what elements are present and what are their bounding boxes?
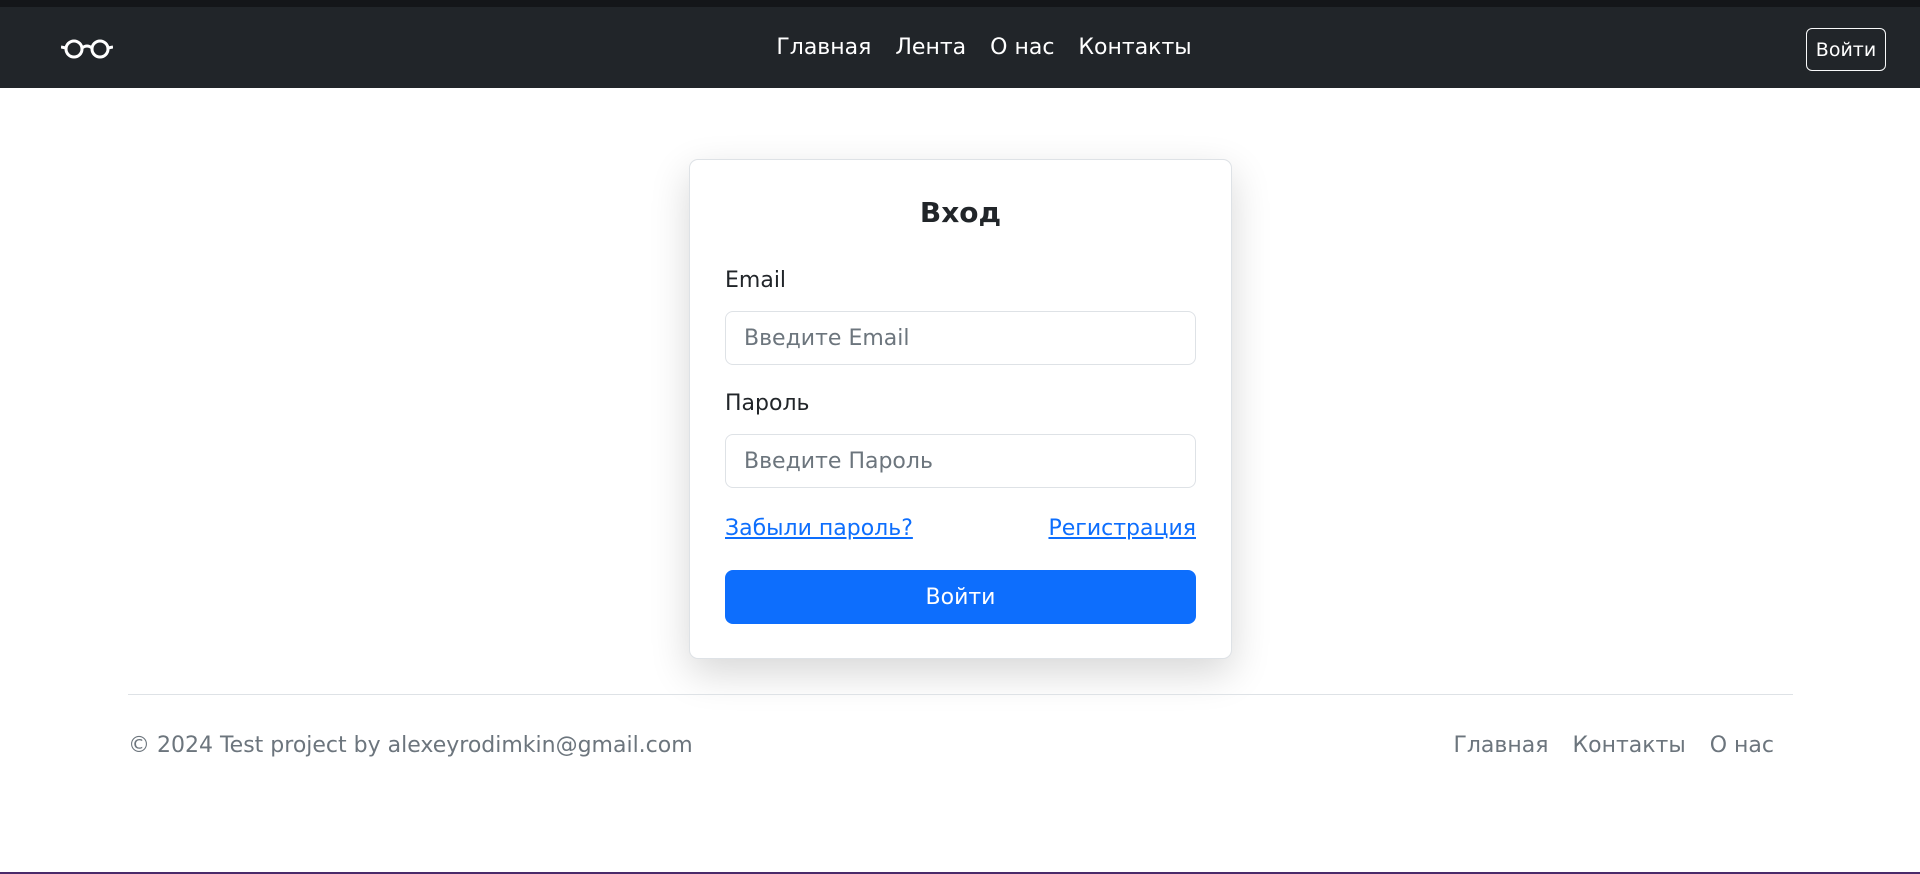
footer-link-contacts[interactable]: Контакты <box>1560 733 1697 758</box>
login-submit-button[interactable]: Войти <box>725 570 1196 624</box>
nav-link-home[interactable]: Главная <box>764 7 883 88</box>
password-input[interactable] <box>725 434 1196 488</box>
top-edge-strip <box>0 0 1920 7</box>
email-label: Email <box>725 268 787 293</box>
footer-nav: Главная Контакты О нас <box>1441 733 1786 758</box>
password-label: Пароль <box>725 391 810 416</box>
login-title: Вход <box>919 196 1002 229</box>
header-login-button[interactable]: Войти <box>1806 28 1886 71</box>
footer-link-about[interactable]: О нас <box>1698 733 1786 758</box>
footer-copyright: © 2024 Test project by alexeyrodimkin@gm… <box>128 733 693 758</box>
nav-link-feed[interactable]: Лента <box>883 7 978 88</box>
main-nav: Главная Лента О нас Контакты <box>0 7 1920 88</box>
footer-link-home[interactable]: Главная <box>1441 733 1560 758</box>
email-input[interactable] <box>725 311 1196 365</box>
footer-divider <box>128 694 1793 695</box>
forgot-password-link[interactable]: Забыли пароль? <box>725 516 913 541</box>
nav-link-about[interactable]: О нас <box>978 7 1066 88</box>
nav-link-contacts[interactable]: Контакты <box>1066 7 1203 88</box>
register-link[interactable]: Регистрация <box>1048 516 1196 541</box>
navbar: Главная Лента О нас Контакты Войти <box>0 7 1920 88</box>
login-card: Вход Email Пароль Забыли пароль? Регистр… <box>689 159 1232 659</box>
